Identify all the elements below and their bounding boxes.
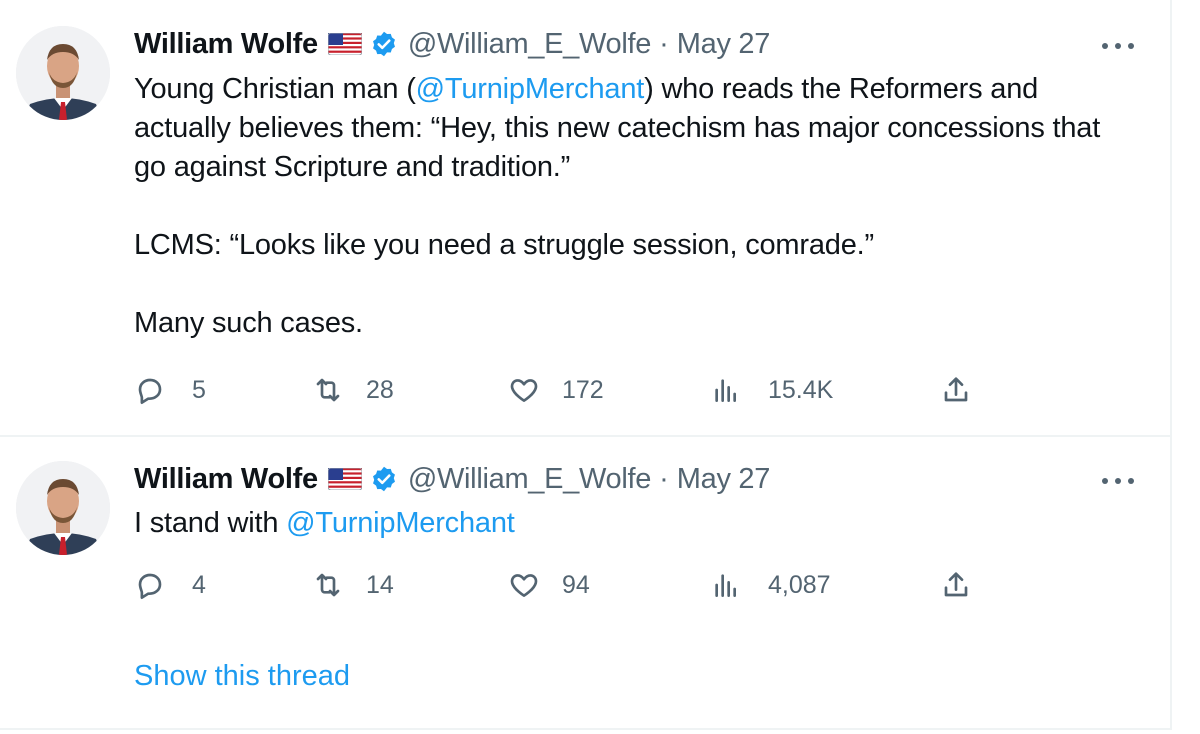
view-count: 15.4K [768,375,834,404]
views-button[interactable]: 15.4K [710,372,833,408]
author-handle[interactable]: @William_E_Wolfe [408,463,652,496]
reply-count: 4 [192,570,206,599]
avatar[interactable] [16,26,110,120]
retweet-icon [316,378,340,402]
like-button[interactable]: 172 [508,372,604,408]
share-button[interactable] [940,567,972,603]
more-options-icon[interactable] [1102,471,1134,491]
timeline: William Wolfe @William_E_Wolfe · May 27 [0,0,1172,730]
retweet-icon [316,573,340,597]
views-icon [715,379,736,402]
retweet-button[interactable]: 14 [312,567,394,603]
tweet-actions: 5 28 172 15.4K [134,372,994,408]
author-handle[interactable]: @William_E_Wolfe [408,28,652,61]
more-options-icon[interactable] [1102,36,1134,56]
reply-icon [138,378,162,404]
reply-count: 5 [192,375,206,404]
tweet-text: I stand with @TurnipMerchant [134,504,1134,543]
avatar[interactable] [16,461,110,555]
tweet-text-paragraph: LCMS: “Looks like you need a struggle se… [134,229,874,261]
separator-dot: · [659,27,669,60]
reply-button[interactable]: 4 [134,567,206,603]
author-name[interactable]: William Wolfe [134,463,318,496]
tweet[interactable]: William Wolfe @William_E_Wolfe · May 27 [0,0,1170,436]
reply-icon [138,573,162,599]
retweet-count: 28 [366,375,394,404]
tweet-actions: 4 14 94 4,087 [134,567,994,603]
tweet-text: Young Christian man (@TurnipMerchant) wh… [134,70,1134,343]
mention-link[interactable]: @TurnipMerchant [286,507,515,539]
show-thread-link[interactable]: Show this thread [134,660,350,693]
verified-badge-icon [372,31,395,57]
tweet-header: William Wolfe @William_E_Wolfe · May 27 [134,24,770,64]
us-flag-icon [327,33,362,55]
us-flag-icon [327,468,362,490]
reply-button[interactable]: 5 [134,372,206,408]
share-button[interactable] [940,372,972,408]
like-count: 172 [562,375,604,404]
heart-icon [510,379,538,402]
views-button[interactable]: 4,087 [710,567,831,603]
author-name[interactable]: William Wolfe [134,28,318,61]
tweet-header: William Wolfe @William_E_Wolfe · May 27 [134,459,770,499]
avatar-image [16,26,110,120]
tweet-date[interactable]: May 27 [677,28,771,61]
tweet-text-paragraph: Many such cases. [134,307,363,339]
view-count: 4,087 [768,570,831,599]
like-button[interactable]: 94 [508,567,590,603]
mention-link[interactable]: @TurnipMerchant [416,73,645,105]
retweet-count: 14 [366,570,394,599]
share-icon [944,377,968,402]
separator-dot: · [659,462,669,495]
like-count: 94 [562,570,590,599]
views-icon [715,574,736,597]
verified-badge-icon [372,466,395,492]
heart-icon [510,574,538,597]
tweet-date[interactable]: May 27 [677,463,771,496]
retweet-button[interactable]: 28 [312,372,394,408]
tweet-text-part: Young Christian man ( [134,73,416,105]
avatar-image [16,461,110,555]
tweet-text-part: I stand with [134,507,287,539]
share-icon [944,572,968,597]
